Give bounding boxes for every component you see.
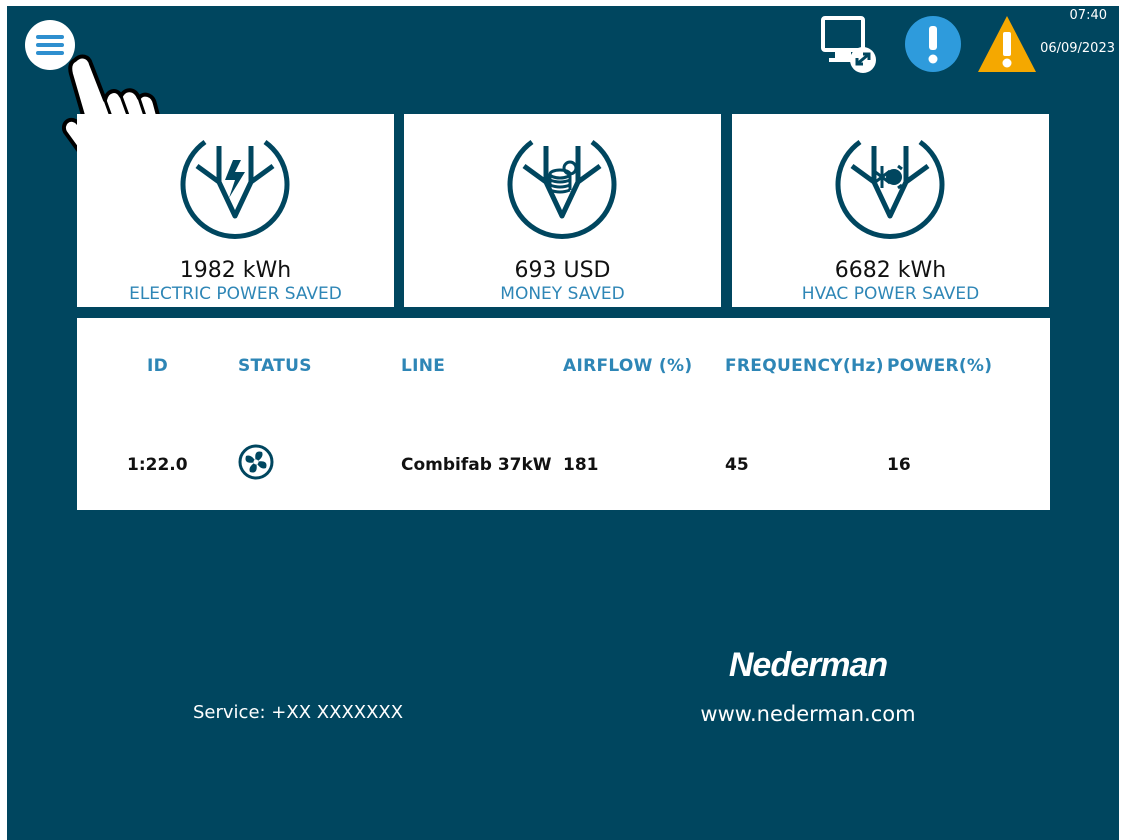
electric-power-saved-value: 1982 kWh	[179, 258, 292, 283]
column-header-status: STATUS	[238, 356, 312, 376]
clock-date: 06/09/2023	[1040, 41, 1115, 56]
main-screen: 07:40 06/09/2023 1982 kWh ELECTRIC POWER…	[7, 6, 1119, 840]
column-header-airflow: AIRFLOW (%)	[563, 356, 693, 376]
column-header-frequency: FREQUENCY(Hz)	[725, 356, 884, 376]
warning-button[interactable]	[977, 14, 1036, 74]
clock: 07:40 06/09/2023	[1035, 8, 1115, 56]
menu-button[interactable]	[25, 20, 75, 70]
row-id: 1:22.0	[127, 455, 188, 475]
hvac-power-saved-label: HVAC POWER SAVED	[801, 284, 980, 304]
hvac-power-saved-card: 6682 kWh HVAC POWER SAVED	[732, 114, 1049, 307]
menu-icon	[36, 35, 64, 39]
hvac-power-saved-value: 6682 kWh	[834, 258, 947, 283]
hvac-arrow-icon	[835, 139, 945, 239]
clock-time: 07:40	[1069, 8, 1107, 23]
service-phone: Service: +XX XXXXXXX	[193, 702, 404, 723]
brand-logo: Nederman	[728, 646, 888, 684]
column-header-line: LINE	[401, 356, 446, 376]
money-saved-card: 693 USD MONEY SAVED	[404, 114, 721, 307]
row-line: Combifab 37kW	[401, 455, 552, 475]
electric-power-saved-label: ELECTRIC POWER SAVED	[129, 284, 342, 304]
money-saved-label: MONEY SAVED	[500, 284, 625, 304]
electric-power-saved-card: 1982 kWh ELECTRIC POWER SAVED	[77, 114, 394, 307]
remote-desktop-icon[interactable]	[819, 14, 877, 74]
status-table: ID STATUS LINE AIRFLOW (%) FREQUENCY(Hz)…	[77, 318, 1050, 510]
website-link[interactable]: www.nederman.com	[683, 702, 933, 726]
info-button[interactable]	[904, 14, 962, 74]
coins-arrow-icon	[507, 139, 617, 239]
column-header-power: POWER(%)	[887, 356, 993, 376]
row-frequency: 45	[725, 455, 749, 475]
lightning-arrow-icon	[180, 139, 290, 239]
row-airflow: 181	[563, 455, 599, 475]
row-power: 16	[887, 455, 911, 475]
column-header-id: ID	[147, 356, 169, 376]
money-saved-value: 693 USD	[514, 258, 611, 283]
fan-icon	[238, 444, 274, 480]
